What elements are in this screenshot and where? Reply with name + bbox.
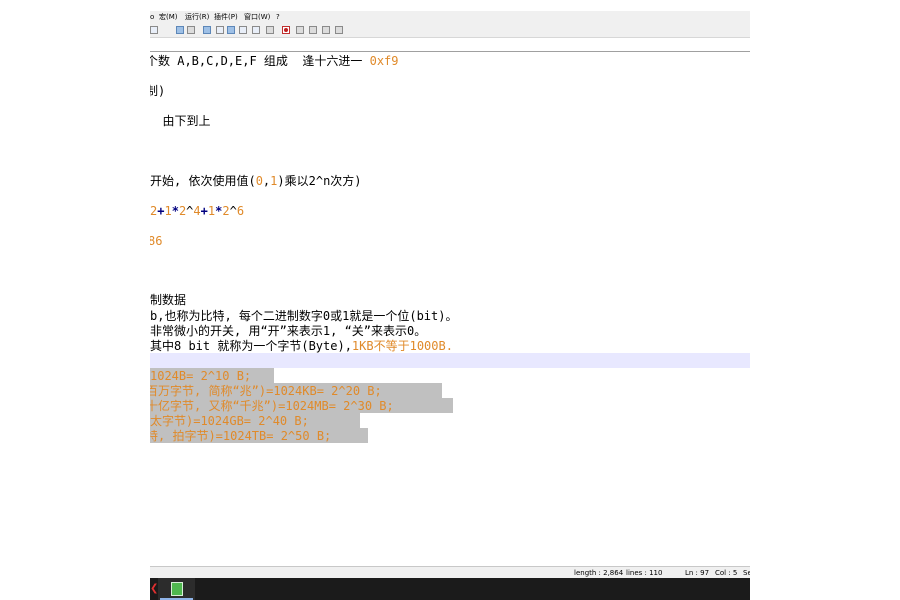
code-token: 1KB不等于1000B.: [351, 339, 453, 353]
notepadpp-icon: [171, 582, 183, 596]
taskbar-notepadpp-button[interactable]: [158, 578, 195, 600]
editor-line: 非常微小的开关, 用“开”来表示1, “关”来表示0。: [150, 323, 426, 339]
editor-line: 由下到上: [150, 113, 210, 129]
code-token: 制数据: [150, 293, 187, 307]
editor-line: 个数 A,B,C,D,E,F 组成 逢十六进一 0xf9: [150, 53, 399, 69]
editor-line: 百万字节, 简称“兆”)=1024KB= 2^20 B;: [150, 383, 382, 399]
stop-macro-icon[interactable]: [296, 26, 304, 34]
title-area: [150, 0, 750, 11]
code-token: 1: [164, 204, 172, 218]
code-token: 由下到上: [150, 114, 211, 128]
editor-line: 其中8 bit 就称为一个字节(Byte),1KB不等于1000B.: [150, 338, 453, 354]
menu-item-help[interactable]: ?: [276, 11, 280, 24]
code-token: *: [171, 204, 179, 218]
code-token: 86: [150, 234, 163, 248]
code-token: 6: [236, 204, 245, 218]
record-macro-icon[interactable]: [282, 26, 290, 34]
code-token: ^: [229, 204, 237, 218]
code-token: 特, 拍字节)=1024TB= 2^50 B;: [150, 429, 332, 443]
code-token: 太字节)=1024GB= 2^40 B;: [150, 414, 309, 428]
editor-line: 1024B= 2^10 B;: [150, 368, 251, 384]
editor-line: 开始, 依次使用值(0,1)乘以2^n次方): [150, 173, 362, 189]
editor-line: 太字节)=1024GB= 2^40 B;: [150, 413, 309, 429]
editor-line: b,也称为比特, 每个二进制数字0或1就是一个位(bit)。: [150, 308, 457, 324]
play-macro-icon[interactable]: [309, 26, 317, 34]
code-token: 4: [193, 204, 201, 218]
folder-workspace-icon[interactable]: [252, 26, 260, 34]
code-token: 0: [255, 174, 263, 188]
pilcrow-icon[interactable]: [187, 26, 195, 34]
code-token: 百万字节, 简称“兆”)=1024KB= 2^20 B;: [150, 384, 382, 398]
code-token: 非常微小的开关, 用“开”来表示1, “关”来表示0。: [150, 324, 427, 338]
document-map-icon[interactable]: [227, 26, 235, 34]
menu-bar: o 宏(M) 运行(R) 插件(P) 窗口(W) ?: [150, 11, 750, 24]
text-editor[interactable]: 个数 A,B,C,D,E,F 组成 逢十六进一 0xf9 制) 由下到上 开始,…: [150, 52, 750, 566]
folder-icon[interactable]: [216, 26, 224, 34]
menu-item-run[interactable]: 运行(R): [185, 11, 209, 24]
code-token: b,也称为比特, 每个二进制数字0或1就是一个位(bit)。: [150, 309, 458, 323]
monitor-icon[interactable]: [266, 26, 274, 34]
menu-item-plugins[interactable]: 插件(P): [214, 11, 238, 24]
current-line-highlight: [150, 353, 750, 368]
code-token: )乘以2^n次方): [277, 174, 362, 188]
code-token: 制): [150, 84, 166, 98]
save-macro-icon[interactable]: [335, 26, 343, 34]
code-token: 十亿字节, 又称“千兆”)=1024MB= 2^30 B;: [150, 399, 394, 413]
editor-line: 制): [150, 83, 165, 99]
menu-item-o[interactable]: o: [150, 11, 154, 24]
indent-guide-icon[interactable]: [203, 26, 211, 34]
toolbar: [150, 24, 750, 38]
code-token: 2: [222, 204, 230, 218]
editor-line: 十亿字节, 又称“千兆”)=1024MB= 2^30 B;: [150, 398, 394, 414]
function-list-icon[interactable]: [239, 26, 247, 34]
code-token: 1024B= 2^10 B;: [150, 369, 252, 383]
editor-line: 特, 拍字节)=1024TB= 2^50 B;: [150, 428, 331, 444]
code-token: 其中8 bit 就称为一个字节(Byte),: [150, 339, 352, 353]
editor-line: 制数据: [150, 292, 186, 308]
notepad-window: o 宏(M) 运行(R) 插件(P) 窗口(W) ? 个数 A,B,C,D,E,…: [150, 0, 750, 600]
code-token: 个数 A,B,C,D,E,F 组成 逢十六进一: [150, 54, 370, 68]
editor-line: 2+1*2^4+1*2^6: [150, 203, 244, 219]
menu-item-window[interactable]: 窗口(W): [244, 11, 270, 24]
toolbar-button-icon[interactable]: [150, 26, 158, 34]
menu-item-macro[interactable]: 宏(M): [159, 11, 178, 24]
taskbar: ❮: [150, 578, 750, 600]
code-token: 开始, 依次使用值(: [150, 174, 256, 188]
wrap-icon[interactable]: [176, 26, 184, 34]
code-token: 0xf9: [369, 54, 399, 68]
app-red-icon[interactable]: ❮: [150, 583, 158, 595]
editor-line: 86: [150, 233, 162, 249]
code-token: +: [200, 204, 208, 218]
tab-bar: [150, 38, 750, 52]
run-multiple-macro-icon[interactable]: [322, 26, 330, 34]
